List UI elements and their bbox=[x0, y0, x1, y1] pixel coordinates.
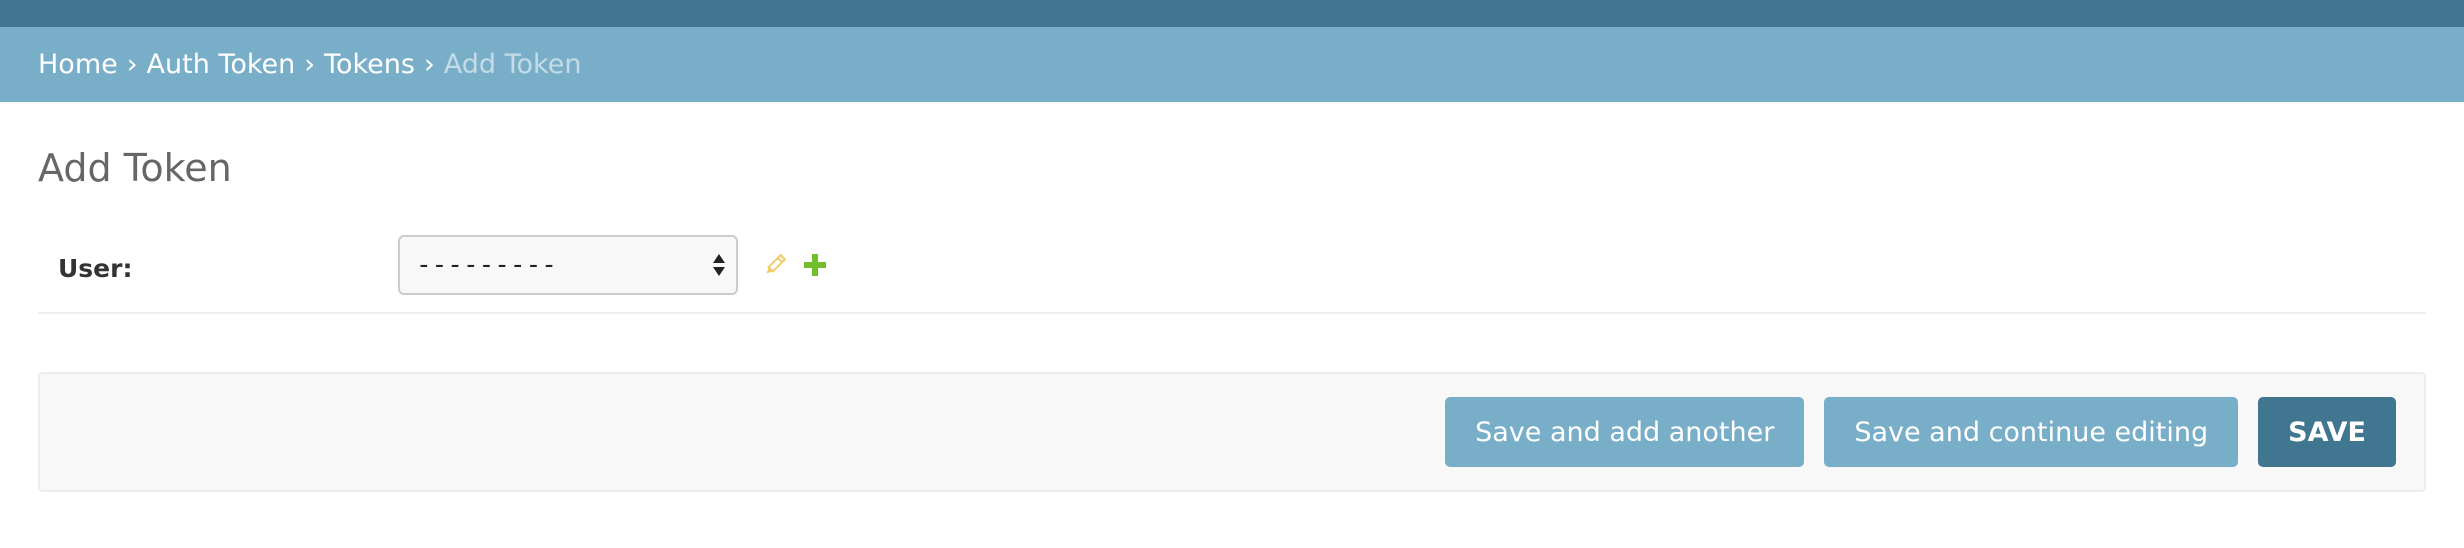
user-select-value: --------- bbox=[416, 250, 557, 280]
top-header-bar bbox=[0, 0, 2464, 27]
updown-arrows-icon bbox=[713, 254, 725, 276]
user-field-label: User: bbox=[58, 253, 133, 283]
breadcrumb-separator: › bbox=[423, 49, 435, 80]
breadcrumb: Home › Auth Token › Tokens › Add Token bbox=[0, 27, 2464, 102]
pencil-icon[interactable] bbox=[762, 252, 788, 278]
main-content: Add Token User: --------- Save and add a… bbox=[0, 102, 2464, 492]
plus-icon[interactable] bbox=[802, 252, 828, 278]
breadcrumb-separator: › bbox=[304, 49, 316, 80]
breadcrumb-model-link[interactable]: Tokens bbox=[324, 49, 415, 80]
breadcrumb-app-link[interactable]: Auth Token bbox=[147, 49, 296, 80]
page-title: Add Token bbox=[38, 146, 232, 190]
breadcrumb-current: Add Token bbox=[443, 49, 582, 80]
breadcrumb-home-link[interactable]: Home bbox=[38, 49, 118, 80]
save-button[interactable]: SAVE bbox=[2258, 397, 2396, 467]
user-form-row: User: --------- bbox=[38, 224, 2426, 314]
save-and-continue-editing-button[interactable]: Save and continue editing bbox=[1824, 397, 2239, 467]
breadcrumb-separator: › bbox=[126, 49, 138, 80]
save-and-add-another-button[interactable]: Save and add another bbox=[1445, 397, 1805, 467]
user-select[interactable]: --------- bbox=[398, 235, 738, 295]
submit-row: Save and add another Save and continue e… bbox=[38, 372, 2426, 492]
